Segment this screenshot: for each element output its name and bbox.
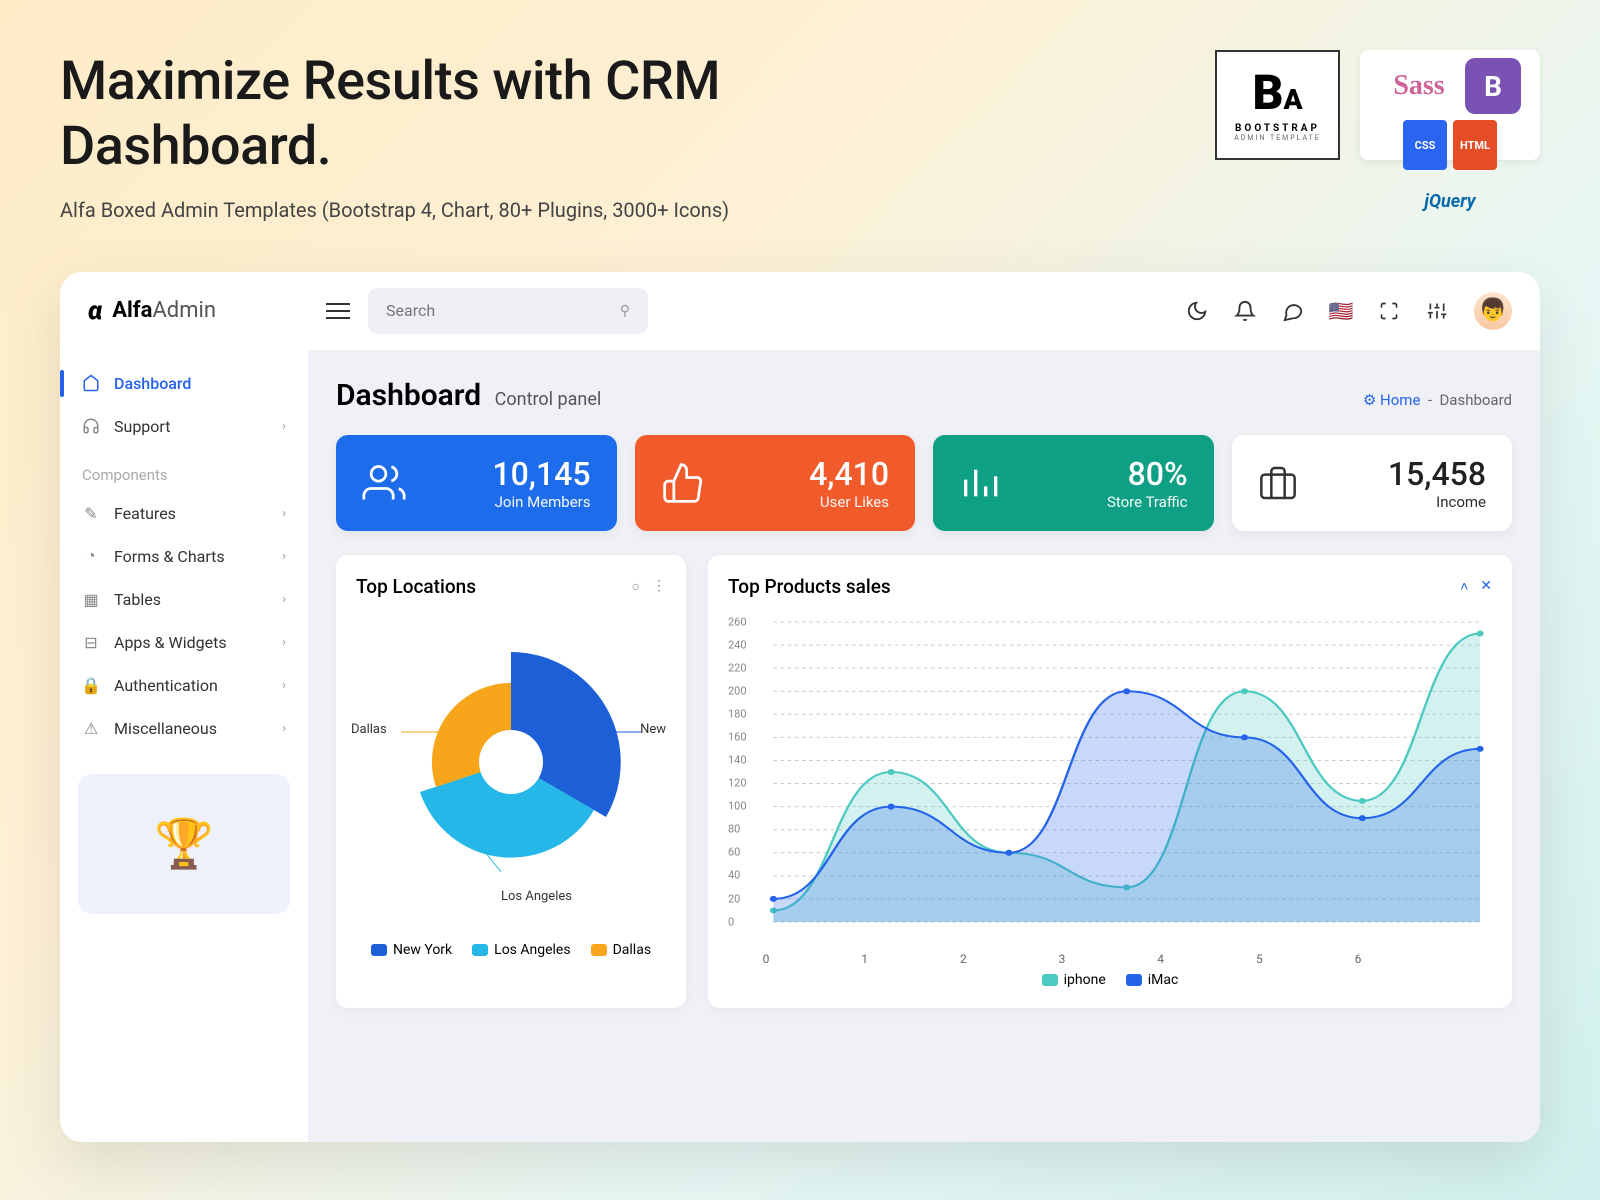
html5-icon: HTML bbox=[1453, 120, 1497, 170]
sidebar-item-dashboard[interactable]: Dashboard bbox=[60, 362, 308, 405]
avatar[interactable]: 👦 bbox=[1474, 292, 1512, 330]
lock-icon: 🔒 bbox=[82, 676, 100, 694]
stat-likes[interactable]: 4,410User Likes bbox=[635, 435, 916, 531]
app-logo[interactable]: α AlfaAdmin bbox=[88, 296, 308, 326]
darkmode-icon[interactable] bbox=[1186, 300, 1208, 322]
stat-value: 15,458 bbox=[1388, 455, 1486, 493]
sidebar-item-tables[interactable]: ▦ Tables › bbox=[60, 578, 308, 621]
panel-top-locations: Top Locations ○ ⋮ bbox=[336, 555, 686, 1008]
bell-icon[interactable] bbox=[1234, 300, 1256, 322]
sidebar-item-label: Features bbox=[114, 504, 176, 523]
breadcrumb-current: Dashboard bbox=[1439, 391, 1512, 409]
sidebar-item-support[interactable]: Support › bbox=[60, 405, 308, 448]
chevron-right-icon: › bbox=[282, 678, 286, 693]
stat-label: Join Members bbox=[492, 493, 590, 511]
search-input[interactable]: ⚲ bbox=[368, 288, 648, 334]
css3-icon: CSS bbox=[1403, 120, 1447, 170]
stat-label: Income bbox=[1388, 493, 1486, 511]
hero: Maximize Results with CRMDashboard. Alfa… bbox=[0, 0, 1600, 242]
warning-icon: ⚠ bbox=[82, 719, 100, 737]
chart-icon bbox=[959, 463, 999, 503]
chevron-right-icon: › bbox=[282, 635, 286, 650]
search-icon: ⚲ bbox=[620, 303, 630, 319]
panel-title: Top Products sales bbox=[728, 575, 891, 598]
panel-top-products: Top Products sales ˄ ✕ 020406080100120140… bbox=[708, 555, 1512, 1008]
collapse-icon[interactable]: ˄ bbox=[1460, 578, 1468, 595]
sidebar-item-label: Miscellaneous bbox=[114, 719, 217, 738]
page-title: Dashboard Control panel bbox=[336, 378, 601, 413]
sidebar: Dashboard Support › Components ✎ Features… bbox=[60, 350, 308, 1142]
breadcrumb: ⚙ Home - Dashboard bbox=[1363, 391, 1512, 409]
refresh-icon[interactable]: ○ bbox=[632, 578, 640, 595]
stat-traffic[interactable]: 80%Store Traffic bbox=[933, 435, 1214, 531]
stat-value: 10,145 bbox=[492, 455, 590, 493]
sidebar-item-label: Authentication bbox=[114, 676, 218, 695]
bootstrap-icon: B bbox=[1465, 58, 1521, 114]
more-icon[interactable]: ⋮ bbox=[652, 578, 666, 595]
line-chart: 0204060801001201401601802002202402600123… bbox=[728, 612, 1492, 962]
breadcrumb-home[interactable]: Home bbox=[1380, 391, 1420, 409]
sidebar-item-label: Apps & Widgets bbox=[114, 633, 227, 652]
logo-mark-icon: α bbox=[88, 296, 102, 326]
sidebar-item-apps[interactable]: ⊟ Apps & Widgets › bbox=[60, 621, 308, 664]
sidebar-item-label: Forms & Charts bbox=[114, 547, 225, 566]
like-icon bbox=[661, 461, 705, 505]
close-icon[interactable]: ✕ bbox=[1480, 578, 1492, 595]
chevron-right-icon: › bbox=[282, 721, 286, 736]
dashboard-icon: ⚙ bbox=[1363, 391, 1376, 409]
stat-value: 80% bbox=[1107, 455, 1188, 493]
features-icon: ✎ bbox=[82, 504, 100, 522]
tech-stack: Sass B CSS HTML jQuery bbox=[1360, 50, 1540, 160]
flag-icon[interactable]: 🇺🇸 bbox=[1330, 300, 1352, 322]
hero-subtitle: Alfa Boxed Admin Templates (Bootstrap 4,… bbox=[60, 198, 1540, 222]
donut-chart: New Los Angeles Dallas bbox=[356, 612, 666, 932]
slice-label-dallas: Dallas bbox=[351, 722, 387, 737]
sidebar-item-auth[interactable]: 🔒 Authentication › bbox=[60, 664, 308, 707]
settings-icon[interactable] bbox=[1426, 300, 1448, 322]
tables-icon: ▦ bbox=[82, 590, 100, 608]
app-window: α AlfaAdmin ⚲ 🇺🇸 👦 Dashboard Suppo bbox=[60, 272, 1540, 1142]
stat-income[interactable]: 15,458Income bbox=[1232, 435, 1513, 531]
apps-icon: ⊟ bbox=[82, 633, 100, 651]
sidebar-item-label: Support bbox=[114, 417, 170, 436]
stat-members[interactable]: 10,145Join Members bbox=[336, 435, 617, 531]
bootstrap-logo: BA BOOTSTRAP ADMIN TEMPLATE bbox=[1215, 50, 1340, 160]
line-legend: iphone iMac bbox=[728, 972, 1492, 988]
home-icon bbox=[82, 374, 100, 392]
forms-icon: ◔ bbox=[82, 547, 100, 565]
main-content: Dashboard Control panel ⚙ Home - Dashboa… bbox=[308, 350, 1540, 1142]
chevron-right-icon: › bbox=[282, 419, 286, 434]
jquery-icon: jQuery bbox=[1411, 176, 1489, 226]
page-header: Dashboard Control panel ⚙ Home - Dashboa… bbox=[336, 378, 1512, 413]
sidebar-section-header: Components bbox=[60, 448, 308, 492]
chevron-right-icon: › bbox=[282, 592, 286, 607]
sidebar-item-misc[interactable]: ⚠ Miscellaneous › bbox=[60, 707, 308, 750]
chevron-right-icon: › bbox=[282, 506, 286, 521]
fullscreen-icon[interactable] bbox=[1378, 300, 1400, 322]
panel-title: Top Locations bbox=[356, 575, 476, 598]
briefcase-icon bbox=[1258, 463, 1298, 503]
sidebar-item-forms[interactable]: ◔ Forms & Charts › bbox=[60, 535, 308, 578]
stat-value: 4,410 bbox=[809, 455, 889, 493]
stat-cards: 10,145Join Members 4,410User Likes 80%St… bbox=[336, 435, 1512, 531]
tech-logos: BA BOOTSTRAP ADMIN TEMPLATE Sass B CSS H… bbox=[1215, 50, 1540, 160]
hamburger-icon[interactable] bbox=[326, 298, 350, 324]
trophy-promo[interactable]: 🏆 bbox=[78, 774, 290, 914]
sidebar-item-label: Dashboard bbox=[114, 374, 191, 393]
topbar: α AlfaAdmin ⚲ 🇺🇸 👦 bbox=[60, 272, 1540, 350]
stat-label: User Likes bbox=[809, 493, 889, 511]
sidebar-item-label: Tables bbox=[114, 590, 161, 609]
donut-legend: New York Los Angeles Dallas bbox=[356, 942, 666, 958]
sidebar-item-features[interactable]: ✎ Features › bbox=[60, 492, 308, 535]
slice-label-la: Los Angeles bbox=[501, 889, 572, 904]
stat-label: Store Traffic bbox=[1107, 493, 1188, 511]
chevron-right-icon: › bbox=[282, 549, 286, 564]
slice-label-new: New bbox=[640, 722, 666, 737]
users-icon bbox=[362, 461, 406, 505]
sass-icon: Sass bbox=[1379, 61, 1459, 111]
chat-icon[interactable] bbox=[1282, 300, 1304, 322]
support-icon bbox=[82, 417, 100, 435]
